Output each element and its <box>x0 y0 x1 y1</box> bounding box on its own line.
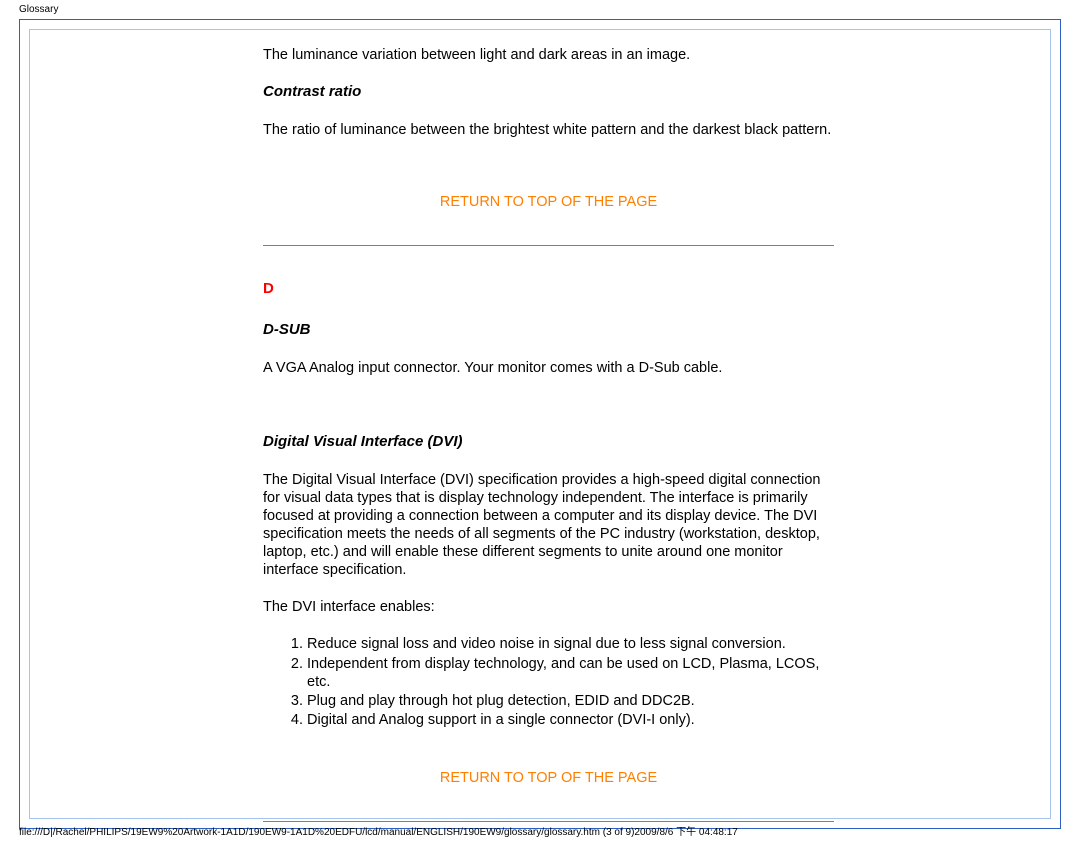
list-item: Plug and play through hot plug detection… <box>307 692 834 710</box>
para-dvi-1: The Digital Visual Interface (DVI) speci… <box>263 471 834 580</box>
para-dsub: A VGA Analog input connector. Your monit… <box>263 359 834 377</box>
list-item: Digital and Analog support in a single c… <box>307 711 834 729</box>
para-dvi-2: The DVI interface enables: <box>263 598 834 616</box>
content-area: The luminance variation between light an… <box>30 30 1050 848</box>
dvi-list: Reduce signal loss and video noise in si… <box>307 635 834 729</box>
intro-paragraph: The luminance variation between light an… <box>263 46 834 64</box>
return-to-top-link[interactable]: RETURN TO TOP OF THE PAGE <box>263 769 834 787</box>
section-letter-d: D <box>263 280 834 299</box>
outer-frame: The luminance variation between light an… <box>19 19 1061 829</box>
return-to-top-link[interactable]: RETURN TO TOP OF THE PAGE <box>263 193 834 211</box>
page-header-title: Glossary <box>0 0 1080 19</box>
heading-contrast-ratio: Contrast ratio <box>263 83 834 102</box>
divider <box>263 245 834 246</box>
divider <box>263 821 834 822</box>
heading-dsub: D-SUB <box>263 321 834 340</box>
list-item: Reduce signal loss and video noise in si… <box>307 635 834 653</box>
heading-dvi: Digital Visual Interface (DVI) <box>263 433 834 452</box>
footer-file-path: file:///D|/Rachel/PHILIPS/19EW9%20Artwor… <box>19 823 738 838</box>
para-contrast-ratio: The ratio of luminance between the brigh… <box>263 121 834 139</box>
inner-frame: The luminance variation between light an… <box>29 29 1051 819</box>
list-item: Independent from display technology, and… <box>307 655 834 691</box>
